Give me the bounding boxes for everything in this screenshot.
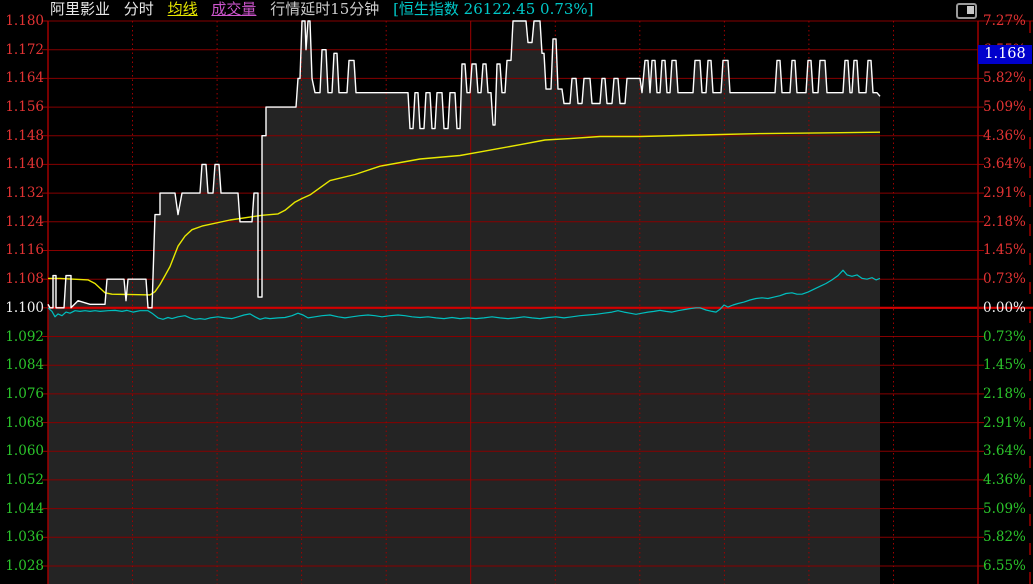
stock-name: 阿里影业 <box>50 0 110 18</box>
price-axis-label: 1.052 <box>0 472 44 488</box>
percent-axis-label: 2.91% <box>983 415 1031 431</box>
percent-axis-label: 4.36% <box>983 472 1031 488</box>
intraday-chart <box>0 0 1033 584</box>
price-axis-label: 1.084 <box>0 357 44 373</box>
percent-axis-label: 0.00% <box>983 300 1031 316</box>
price-axis-label: 1.116 <box>0 242 44 258</box>
percent-axis-label: 5.82% <box>983 529 1031 545</box>
percent-axis-label: 5.09% <box>983 99 1031 115</box>
percent-axis-label: 5.82% <box>983 70 1031 86</box>
price-axis-label: 1.148 <box>0 128 44 144</box>
intraday-chart-window: 阿里影业 分时 均线 成交量 行情延时15分钟 [恒生指数 26122.45 0… <box>0 0 1033 584</box>
price-axis-label: 1.044 <box>0 501 44 517</box>
price-axis-label: 1.132 <box>0 185 44 201</box>
price-axis-label: 1.068 <box>0 415 44 431</box>
percent-axis-label: 7.27% <box>983 13 1031 29</box>
avg-line-legend[interactable]: 均线 <box>168 0 198 18</box>
price-axis-label: 1.100 <box>0 300 44 316</box>
percent-axis-label: 3.64% <box>983 156 1031 172</box>
percent-axis-label: 0.73% <box>983 271 1031 287</box>
price-axis-label: 1.036 <box>0 529 44 545</box>
chart-header: 阿里影业 分时 均线 成交量 行情延时15分钟 [恒生指数 26122.45 0… <box>50 0 603 20</box>
delay-notice: 行情延时15分钟 <box>270 0 379 18</box>
price-axis-label: 1.140 <box>0 156 44 172</box>
price-axis-label: 1.028 <box>0 558 44 574</box>
percent-axis-label: 0.73% <box>983 329 1031 345</box>
last-price-badge: 1.168 <box>978 45 1032 64</box>
price-axis-label: 1.108 <box>0 271 44 287</box>
price-axis-label: 1.172 <box>0 42 44 58</box>
percent-axis-label: 5.09% <box>983 501 1031 517</box>
percent-axis-label: 4.36% <box>983 128 1031 144</box>
percent-axis-label: 1.45% <box>983 357 1031 373</box>
price-axis-label: 1.092 <box>0 329 44 345</box>
price-axis-label: 1.180 <box>0 13 44 29</box>
price-axis-label: 1.060 <box>0 443 44 459</box>
mode-tab[interactable]: 分时 <box>124 0 154 18</box>
percent-axis-label: 3.64% <box>983 443 1031 459</box>
percent-axis-label: 2.18% <box>983 214 1031 230</box>
price-axis-label: 1.124 <box>0 214 44 230</box>
percent-axis-label: 1.45% <box>983 242 1031 258</box>
price-axis-label: 1.076 <box>0 386 44 402</box>
price-axis-label: 1.164 <box>0 70 44 86</box>
percent-axis-label: 2.91% <box>983 185 1031 201</box>
percent-axis-label: 6.55% <box>983 558 1031 574</box>
layout-toggle-icon[interactable] <box>956 3 977 19</box>
layout-toggle-icon-fill <box>967 6 974 14</box>
index-quote: [恒生指数 26122.45 0.73%] <box>393 0 593 18</box>
percent-axis-label: 2.18% <box>983 386 1031 402</box>
price-axis-label: 1.156 <box>0 99 44 115</box>
price-area-fill <box>48 21 880 584</box>
volume-legend[interactable]: 成交量 <box>211 0 256 18</box>
